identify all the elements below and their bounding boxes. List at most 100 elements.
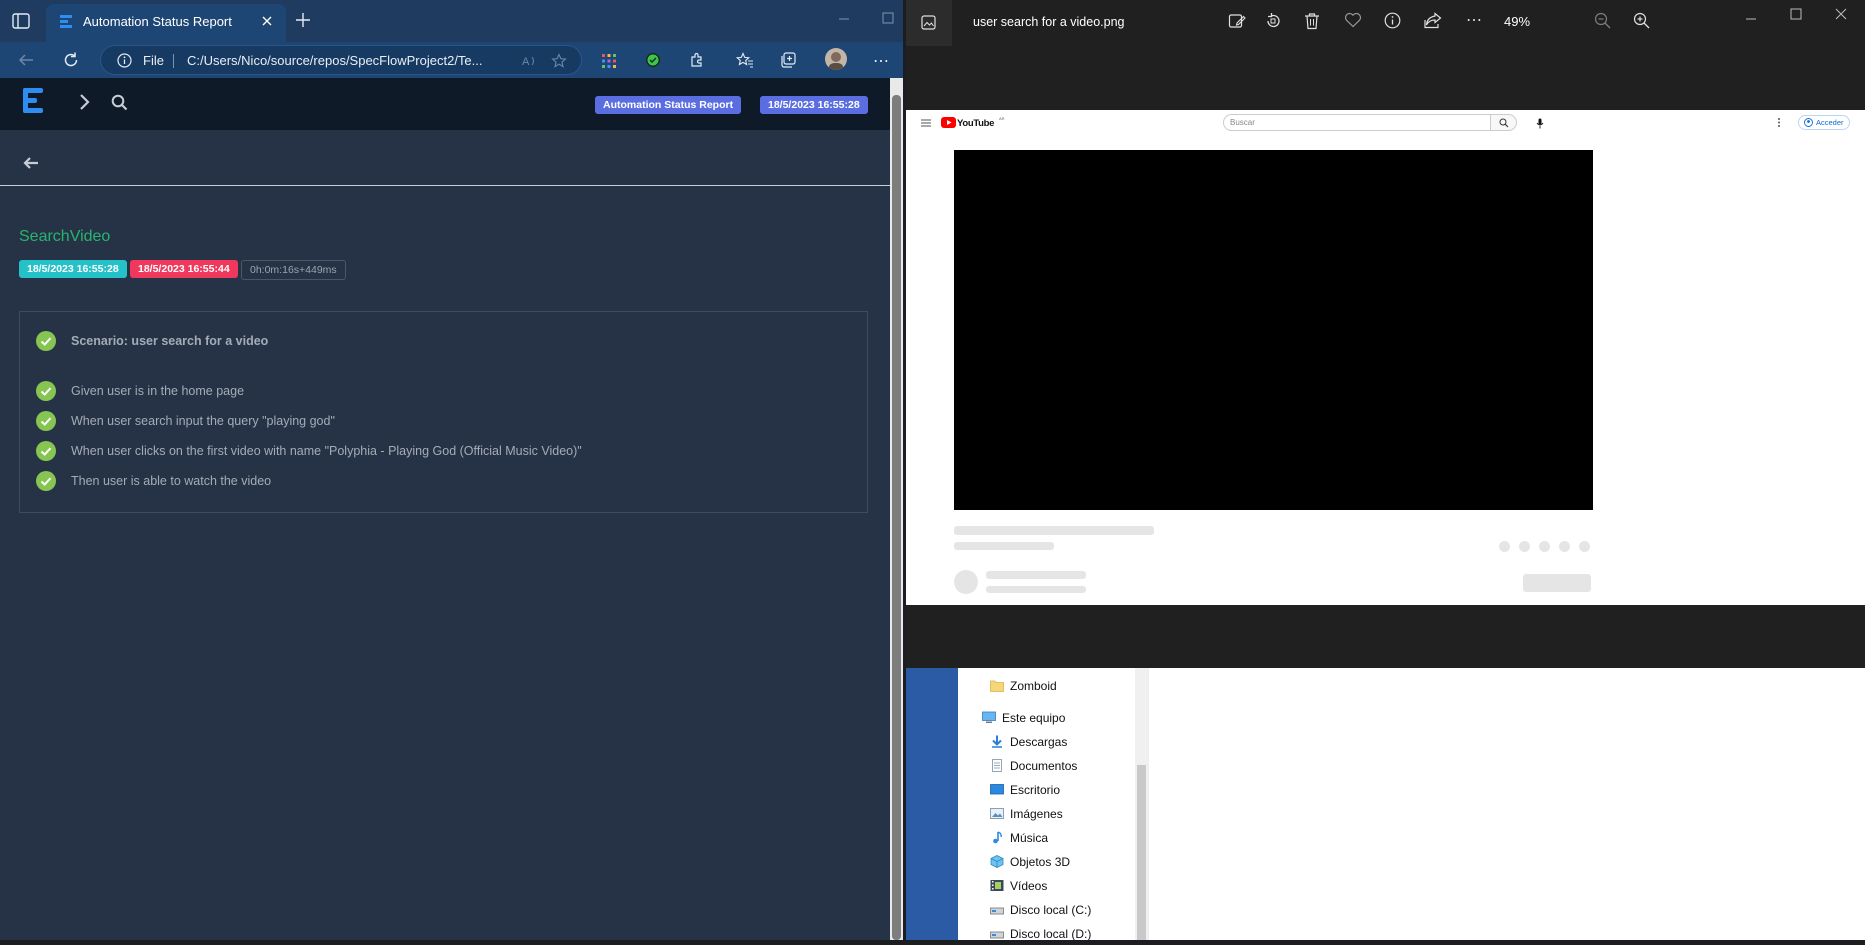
photos-app-icon[interactable] — [906, 0, 952, 46]
scrollbar-thumb[interactable] — [892, 95, 901, 940]
file-info-icon[interactable] — [1384, 12, 1401, 29]
zoom-in-icon[interactable] — [1633, 12, 1650, 29]
skeleton-action-dot — [1559, 541, 1570, 552]
test-name: SearchVideo — [19, 228, 111, 245]
youtube-search-button — [1491, 114, 1517, 131]
minimize-icon[interactable] — [1745, 13, 1757, 25]
drive-icon — [990, 931, 1004, 939]
skeleton-title-line — [954, 526, 1154, 535]
more-options-icon[interactable]: ⋯ — [873, 51, 890, 71]
explorer-content-pane — [1148, 668, 1865, 940]
favorite-heart-icon[interactable] — [1344, 12, 1362, 28]
youtube-login-button: Acceder — [1798, 115, 1850, 130]
pass-check-icon — [36, 331, 56, 351]
skeleton-action-dot — [1499, 541, 1510, 552]
report-title-badge: Automation Status Report — [595, 96, 742, 114]
tab-bar: Automation Status Report — [0, 0, 903, 42]
add-favorite-icon[interactable] — [551, 53, 567, 69]
new-tab-icon[interactable] — [295, 12, 311, 28]
pass-check-icon — [36, 381, 56, 401]
skeleton-action-dot — [1579, 541, 1590, 552]
browser-window: Automation Status Report File C:/Users/N… — [0, 0, 903, 940]
navigation-scrollbar-thumb[interactable] — [1137, 765, 1146, 940]
zoom-level[interactable]: 49% — [1504, 14, 1530, 29]
maximize-icon[interactable] — [882, 12, 894, 24]
pass-check-icon — [36, 411, 56, 431]
back-icon[interactable] — [17, 52, 35, 68]
close-window-icon[interactable] — [1835, 8, 1847, 20]
share-icon[interactable] — [1424, 12, 1442, 29]
tab-automation-status-report[interactable]: Automation Status Report — [46, 4, 286, 42]
close-tab-icon[interactable] — [260, 14, 274, 28]
info-icon[interactable] — [117, 53, 132, 68]
minimize-icon[interactable] — [838, 13, 850, 25]
documents-icon — [992, 759, 1002, 772]
3d-objects-icon — [990, 855, 1004, 868]
address-separator — [173, 54, 174, 68]
skeleton-channel-line — [986, 571, 1086, 579]
apps-grid-icon[interactable] — [601, 53, 617, 69]
zoom-out-icon[interactable] — [1594, 12, 1611, 29]
duration-badge: 0h:0m:16s+449ms — [241, 260, 346, 280]
computer-icon — [982, 711, 996, 723]
skeleton-subscribe-button — [1523, 574, 1591, 592]
youtube-more-icon — [1777, 117, 1781, 128]
displayed-image[interactable]: YouTube AR Buscar Acceder — [906, 110, 1865, 605]
youtube-logo-icon — [941, 117, 956, 128]
pass-check-icon — [36, 471, 56, 491]
videos-icon — [990, 880, 1004, 891]
tab-title: Automation Status Report — [83, 14, 232, 29]
desktop-icon — [990, 784, 1004, 795]
skeleton-subs-line — [986, 586, 1086, 593]
step-text: Given user is in the home page — [71, 384, 245, 398]
pictures-icon — [990, 808, 1004, 819]
profile-avatar[interactable] — [825, 48, 847, 70]
search-icon[interactable] — [111, 94, 128, 111]
report-subheader — [0, 142, 890, 186]
read-aloud-icon[interactable]: A — [521, 53, 537, 69]
delete-icon[interactable] — [1304, 12, 1320, 30]
report-header — [0, 78, 890, 130]
photos-bottom-area — [906, 605, 1865, 668]
microphone-icon — [1536, 118, 1544, 129]
extent-report-favicon-icon — [58, 14, 74, 30]
collections-icon[interactable] — [780, 52, 796, 68]
start-time-badge: 18/5/2023 16:55:28 — [19, 260, 127, 278]
step-text: Then user is able to watch the video — [71, 474, 272, 488]
music-icon — [993, 831, 1002, 844]
address-url[interactable]: C:/Users/Nico/source/repos/SpecFlowProje… — [187, 53, 483, 68]
extension-status-icon[interactable] — [645, 52, 661, 68]
hamburger-menu-icon — [921, 119, 931, 127]
tab-actions-icon[interactable] — [12, 13, 30, 29]
photos-file-title: user search for a video.png — [973, 15, 1125, 29]
folder-icon — [990, 680, 1004, 692]
rotate-icon[interactable] — [1264, 12, 1282, 30]
photos-titlebar: user search for a video.png ⋯ 49% — [906, 0, 1865, 46]
svg-text:A: A — [522, 56, 530, 68]
favorites-icon[interactable] — [736, 52, 754, 68]
skeleton-avatar — [954, 570, 978, 594]
refresh-icon[interactable] — [62, 51, 80, 69]
address-scheme: File — [143, 53, 164, 68]
address-bar[interactable]: File C:/Users/Nico/source/repos/SpecFlow… — [100, 45, 582, 75]
extensions-icon[interactable] — [689, 52, 705, 68]
skeleton-action-dot — [1539, 541, 1550, 552]
more-options-icon[interactable]: ⋯ — [1466, 10, 1484, 30]
photos-viewer-window: user search for a video.png ⋯ 49% YouTub… — [906, 0, 1865, 668]
extent-logo-icon — [21, 86, 47, 120]
skeleton-subtitle-line — [954, 542, 1054, 550]
skeleton-action-dot — [1519, 541, 1530, 552]
pass-check-icon — [36, 441, 56, 461]
explorer-navigation-pane — [958, 668, 1148, 940]
report-time-badge: 18/5/2023 16:55:28 — [760, 96, 868, 114]
end-time-badge: 18/5/2023 16:55:44 — [130, 260, 238, 278]
youtube-region: AR — [999, 116, 1005, 121]
maximize-icon[interactable] — [1790, 8, 1802, 20]
explorer-ribbon-strip — [906, 668, 958, 940]
step-text: When user search input the query "playin… — [71, 414, 335, 428]
step-text: When user clicks on the first video with… — [71, 444, 582, 458]
drive-icon — [990, 907, 1004, 915]
edit-image-icon[interactable] — [1228, 12, 1246, 30]
back-arrow-icon[interactable] — [23, 156, 39, 170]
chevron-right-icon[interactable] — [79, 93, 91, 111]
